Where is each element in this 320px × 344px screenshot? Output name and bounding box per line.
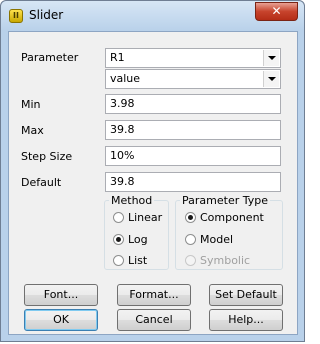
radio-icon[interactable] xyxy=(113,255,124,266)
window-title: Slider xyxy=(29,8,64,22)
app-icon: II xyxy=(9,9,23,23)
property-dropdown[interactable]: value xyxy=(105,69,281,89)
set-default-button[interactable]: Set Default xyxy=(209,284,283,306)
step-size-field[interactable]: 10% xyxy=(105,146,281,166)
radio-icon[interactable] xyxy=(185,212,196,223)
chevron-down-icon[interactable] xyxy=(263,50,279,66)
default-label: Default xyxy=(21,176,62,189)
format-button[interactable]: Format... xyxy=(117,284,191,306)
min-label: Min xyxy=(21,98,41,111)
property-value: value xyxy=(110,72,141,85)
parameter-type-legend: Parameter Type xyxy=(182,194,268,207)
slider-dialog: II Slider ✕ Parameter R1 value Min 3.98 … xyxy=(0,0,305,342)
step-size-label: Step Size xyxy=(21,150,73,163)
min-field[interactable]: 3.98 xyxy=(105,94,281,114)
radio-icon[interactable] xyxy=(185,234,196,245)
dialog-body: Parameter R1 value Min 3.98 Max 39.8 Ste… xyxy=(8,31,298,335)
max-label: Max xyxy=(21,124,44,137)
method-legend: Method xyxy=(111,194,153,207)
parameter-value: R1 xyxy=(110,51,125,64)
ok-button[interactable]: OK xyxy=(24,309,98,331)
cancel-button[interactable]: Cancel xyxy=(117,309,191,331)
radio-label: Model xyxy=(200,233,234,246)
default-field[interactable]: 39.8 xyxy=(105,172,281,192)
parameter-label: Parameter xyxy=(21,51,79,64)
radio-icon[interactable] xyxy=(113,212,124,223)
help-button[interactable]: Help... xyxy=(209,309,283,331)
radio-label: Linear xyxy=(128,211,163,224)
title-bar[interactable]: II Slider ✕ xyxy=(1,1,304,31)
close-button[interactable]: ✕ xyxy=(255,2,298,21)
radio-label: Symbolic xyxy=(200,254,251,267)
radio-label: Log xyxy=(128,233,148,246)
radio-icon[interactable] xyxy=(113,234,124,245)
font-button[interactable]: Font... xyxy=(24,284,98,306)
chevron-down-icon[interactable] xyxy=(263,71,279,87)
radio-icon xyxy=(185,255,196,266)
max-field[interactable]: 39.8 xyxy=(105,120,281,140)
parameter-dropdown[interactable]: R1 xyxy=(105,48,281,68)
radio-label: List xyxy=(128,254,148,267)
radio-label: Component xyxy=(200,211,264,224)
